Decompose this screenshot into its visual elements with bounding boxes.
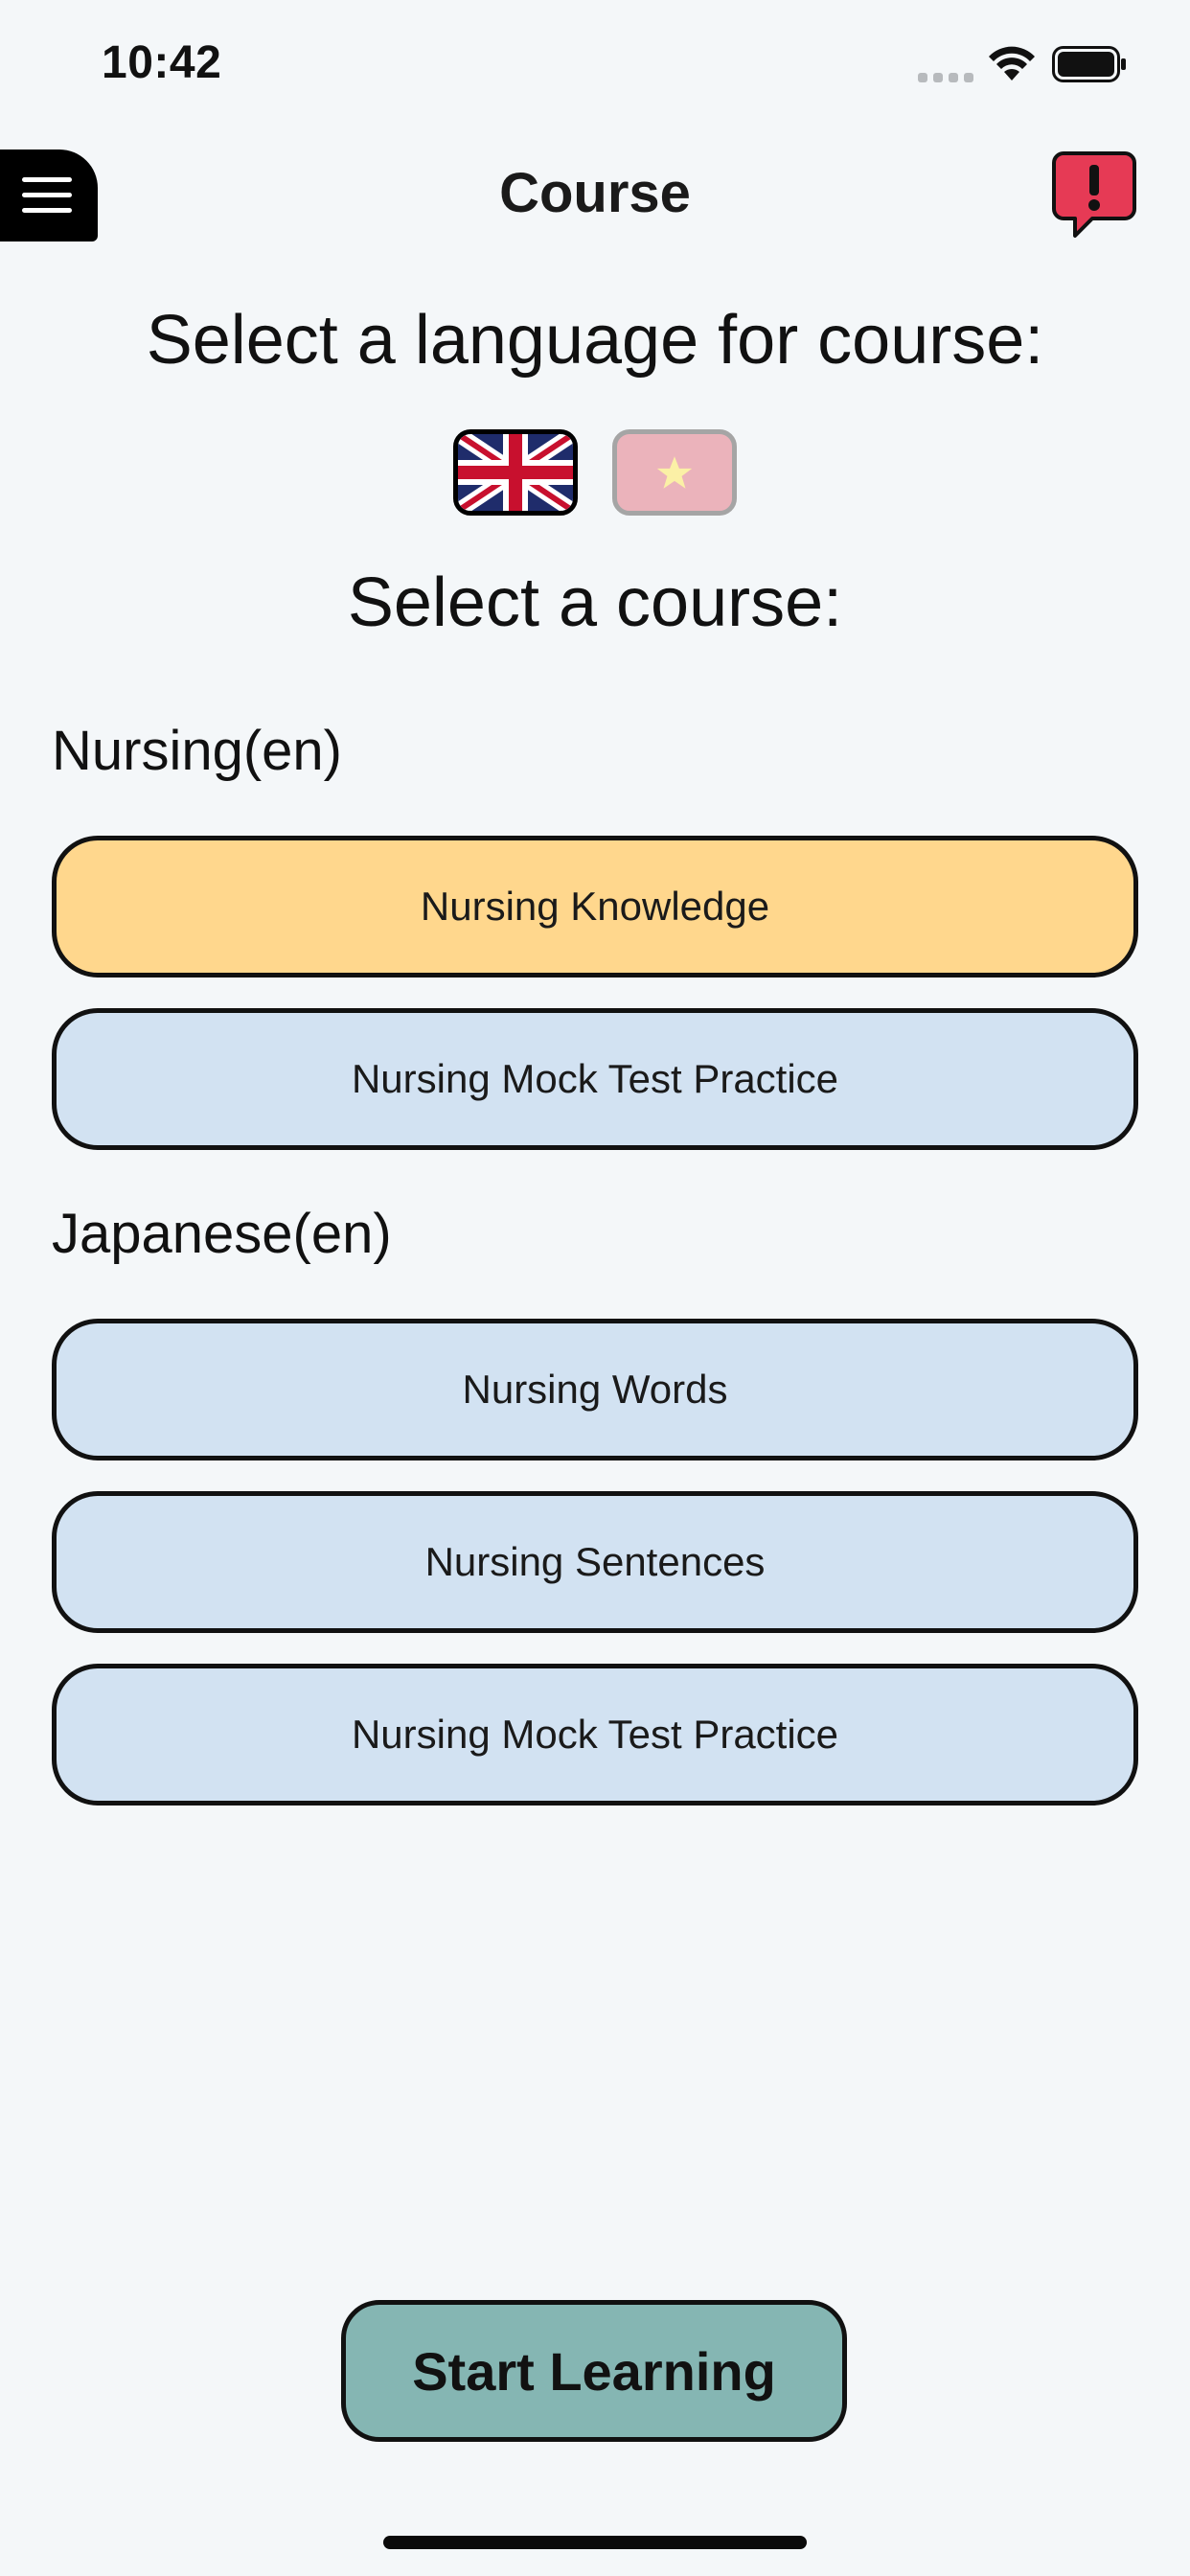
section-label-nursing: Nursing(en) [52, 720, 342, 782]
start-learning-button[interactable]: Start Learning [341, 2300, 847, 2442]
language-vietnamese-button[interactable] [612, 429, 737, 516]
cellular-signal-icon [918, 73, 973, 82]
report-alert-icon [1052, 151, 1136, 238]
language-english-button[interactable] [453, 429, 578, 516]
section-label-japanese: Japanese(en) [52, 1203, 392, 1265]
flag-vietnam-icon [656, 456, 693, 489]
flag-united-kingdom-icon [458, 434, 573, 511]
report-button[interactable] [1050, 150, 1138, 240]
course-heading: Select a course: [347, 564, 843, 641]
home-indicator [383, 2536, 807, 2549]
battery-icon [1052, 46, 1126, 82]
language-selector [0, 429, 1190, 516]
course-button-nursing-mock-test[interactable]: Nursing Mock Test Practice [52, 1008, 1138, 1150]
course-button-nursing-words[interactable]: Nursing Words [52, 1319, 1138, 1460]
wifi-icon [989, 46, 1035, 80]
status-time: 10:42 [102, 37, 222, 88]
status-bar: 10:42 [0, 0, 1190, 125]
page-title: Course [499, 162, 691, 224]
language-heading: Select a language for course: [146, 302, 1044, 379]
course-button-japanese-mock-test[interactable]: Nursing Mock Test Practice [52, 1664, 1138, 1806]
course-button-nursing-sentences[interactable]: Nursing Sentences [52, 1491, 1138, 1633]
nav-bar: Course [0, 144, 1190, 249]
course-button-nursing-knowledge[interactable]: Nursing Knowledge [52, 836, 1138, 978]
